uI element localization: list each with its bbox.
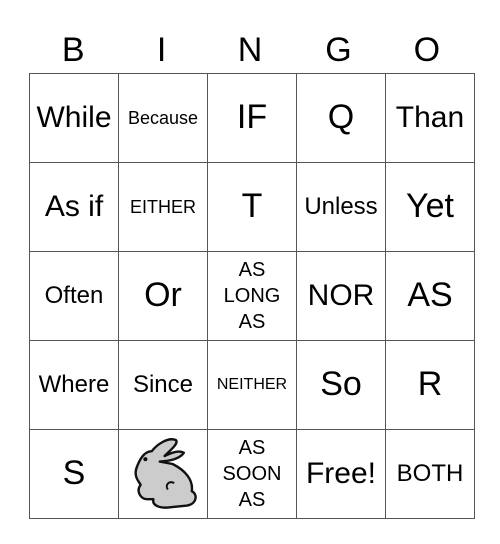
bingo-cell[interactable]: T — [207, 162, 297, 252]
header-letter-b: B — [61, 31, 85, 69]
grid-row: S AS SOON AS Free! BOTH — [29, 429, 475, 519]
bunny-icon — [134, 437, 197, 509]
header-letter-i: I — [156, 31, 167, 69]
cell-line: AS — [238, 489, 266, 511]
bingo-cell[interactable]: Because — [118, 73, 208, 163]
header-letter-o: O — [413, 31, 441, 69]
grid-row: As if EITHER T Unless Yet — [29, 162, 475, 252]
cell-line: SOON — [222, 463, 282, 485]
bingo-cell[interactable]: S — [29, 429, 119, 519]
bingo-cell[interactable]: Often — [29, 251, 119, 341]
bingo-cell[interactable]: Q — [296, 73, 386, 163]
cell-line: LONG — [223, 285, 281, 307]
cell-line: AS — [238, 259, 266, 281]
bingo-header: B I N G O — [29, 28, 471, 73]
bingo-cell-free-image[interactable] — [118, 429, 208, 519]
bingo-cell[interactable]: AS SOON AS — [207, 429, 297, 519]
header-letter-n: N — [237, 31, 263, 69]
bingo-cell[interactable]: So — [296, 340, 386, 430]
grid-row: Where Since NEITHER So R — [29, 340, 475, 430]
bingo-cell[interactable]: Since — [118, 340, 208, 430]
grid-row: While Because IF Q Than — [29, 73, 475, 163]
bingo-cell[interactable]: R — [385, 340, 475, 430]
bingo-cell[interactable]: Yet — [385, 162, 475, 252]
bingo-cell[interactable]: IF — [207, 73, 297, 163]
bingo-cell[interactable]: As if — [29, 162, 119, 252]
bingo-cell[interactable]: AS — [385, 251, 475, 341]
bingo-cell[interactable]: NEITHER — [207, 340, 297, 430]
bingo-cell[interactable]: BOTH — [385, 429, 475, 519]
cell-line: AS — [238, 311, 266, 333]
bingo-cell[interactable]: While — [29, 73, 119, 163]
header-letter-g: G — [325, 31, 352, 69]
bingo-cell[interactable]: AS LONG AS — [207, 251, 297, 341]
bingo-cell[interactable]: Than — [385, 73, 475, 163]
bingo-card-grid: While Because IF Q Than As if EITHER T U… — [29, 73, 475, 519]
bingo-cell[interactable]: Or — [118, 251, 208, 341]
bingo-cell[interactable]: EITHER — [118, 162, 208, 252]
grid-row: Often Or AS LONG AS NOR AS — [29, 251, 475, 341]
bingo-cell-free[interactable]: Free! — [296, 429, 386, 519]
bingo-cell[interactable]: Unless — [296, 162, 386, 252]
bingo-cell[interactable]: NOR — [296, 251, 386, 341]
cell-line: AS — [238, 437, 266, 459]
bingo-cell[interactable]: Where — [29, 340, 119, 430]
